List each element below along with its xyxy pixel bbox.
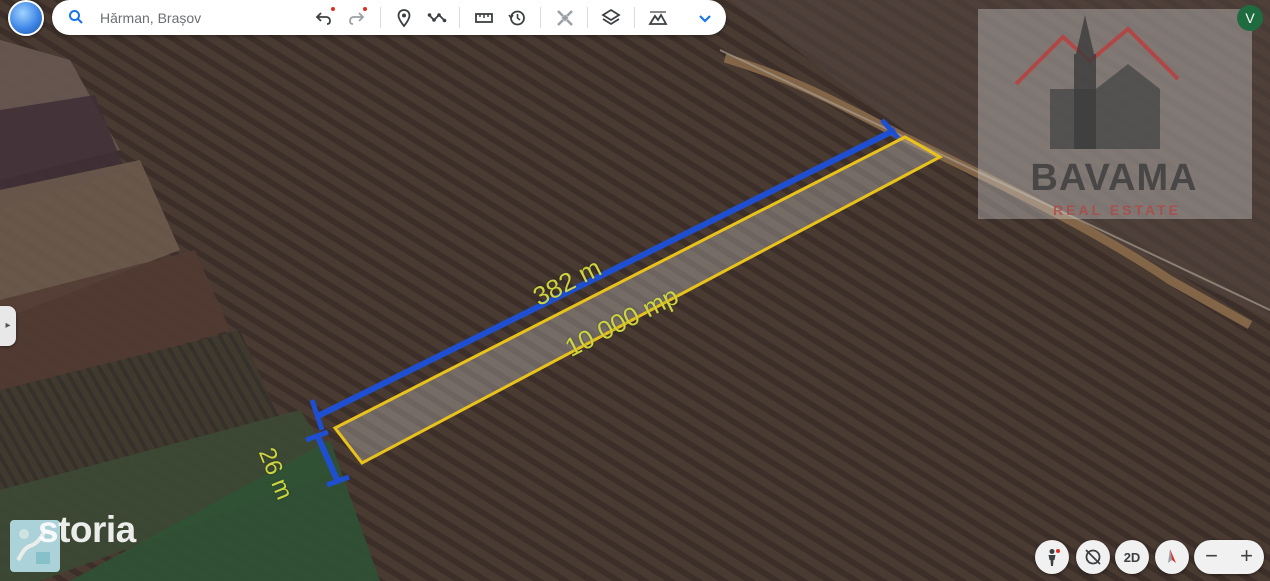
path-icon xyxy=(427,13,447,23)
watermark-name: BAVAMA xyxy=(1030,157,1198,199)
street-view-button[interactable] xyxy=(1035,540,1069,574)
ruler-icon xyxy=(475,13,493,23)
terrain-button[interactable] xyxy=(645,5,671,31)
earth-logo[interactable] xyxy=(8,0,44,36)
toolbar xyxy=(52,0,726,35)
placemark-icon xyxy=(397,9,411,28)
zoom-out-button[interactable]: − xyxy=(1194,540,1229,574)
rotate-toggle-button[interactable] xyxy=(1076,540,1110,574)
toolbar-divider xyxy=(634,7,635,28)
zoom-in-button[interactable]: + xyxy=(1229,540,1264,574)
toolbar-divider xyxy=(380,7,381,28)
measure-button[interactable] xyxy=(471,5,497,31)
user-avatar[interactable]: V xyxy=(1237,5,1263,31)
path-button[interactable] xyxy=(424,5,450,31)
storia-brand: storia xyxy=(38,509,136,550)
toolbar-divider xyxy=(540,7,541,28)
pegman-icon xyxy=(1048,549,1060,566)
redo-icon xyxy=(349,12,365,25)
undo-indicator xyxy=(331,7,335,11)
redo-button[interactable] xyxy=(343,5,369,31)
layers-icon xyxy=(601,8,621,26)
more-tools-button[interactable] xyxy=(692,5,718,31)
undo-icon xyxy=(315,12,331,25)
zoom-control: − + xyxy=(1194,540,1264,574)
rotate-off-icon xyxy=(1085,549,1101,565)
search-icon xyxy=(69,10,83,24)
satellite-icon xyxy=(557,10,573,26)
terrain-icon xyxy=(648,11,668,25)
layers-button[interactable] xyxy=(598,5,624,31)
toolbar-divider xyxy=(587,7,588,28)
chevron-down-icon xyxy=(699,15,711,23)
history-icon xyxy=(508,10,525,26)
compass-icon xyxy=(1168,549,1176,563)
view-mode-button[interactable]: 2D xyxy=(1115,540,1149,574)
historical-imagery-button[interactable] xyxy=(504,5,530,31)
compass-button[interactable] xyxy=(1155,540,1189,574)
watermark-logo: BAVAMA REAL ESTATE xyxy=(978,9,1252,219)
satellite-button[interactable] xyxy=(552,5,578,31)
toolbar-divider xyxy=(459,7,460,28)
search-input[interactable] xyxy=(98,7,292,29)
placemark-button[interactable] xyxy=(391,5,417,31)
side-panel-toggle[interactable]: ▸ xyxy=(0,306,16,346)
watermark-subtitle: REAL ESTATE xyxy=(1053,202,1181,218)
church-mountains-icon xyxy=(1014,15,1180,149)
undo-button[interactable] xyxy=(311,5,337,31)
search-box[interactable] xyxy=(52,0,300,35)
redo-indicator xyxy=(363,7,367,11)
